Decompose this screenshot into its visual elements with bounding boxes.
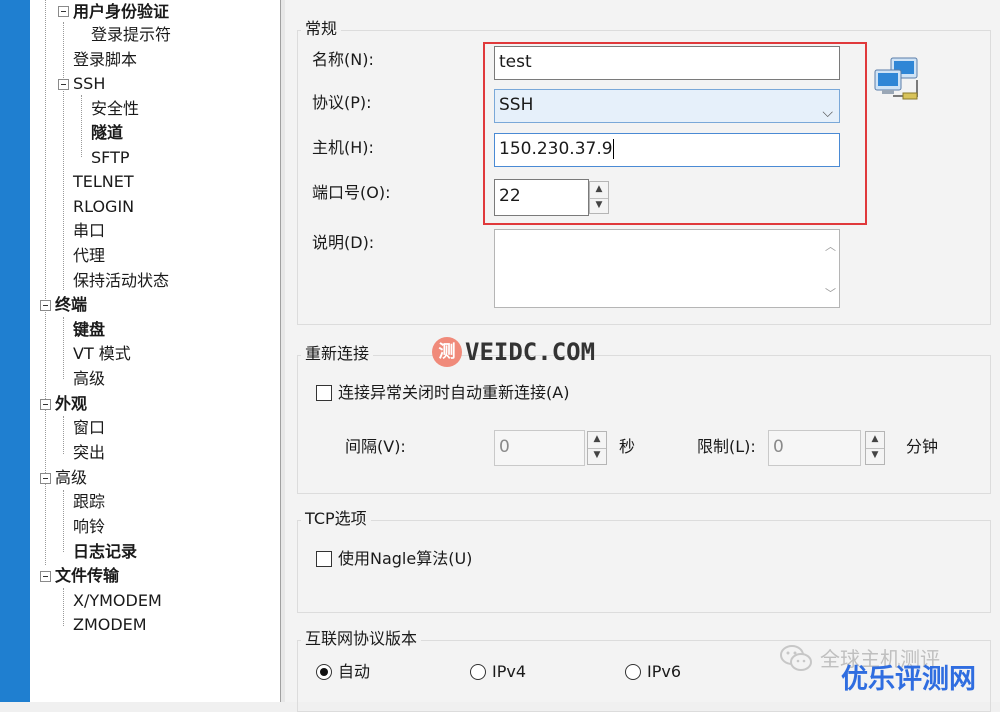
- collapse-toggle-icon[interactable]: [58, 79, 69, 90]
- settings-panel: 常规 名称(N): test 协议(P): SSH ⌵ 主机(H): 150.2…: [285, 0, 1000, 712]
- limit-unit: 分钟: [906, 437, 939, 456]
- reconnect-group: [297, 355, 991, 494]
- auto-reconnect-label: 连接异常关闭时自动重新连接(A): [338, 383, 570, 402]
- interval-stepper[interactable]: ▲ ▼: [587, 431, 607, 465]
- tree-line: [63, 317, 64, 379]
- limit-stepper[interactable]: ▲ ▼: [865, 431, 885, 465]
- scroll-down-icon[interactable]: ﹀: [825, 285, 836, 301]
- tree-item-rlogin[interactable]: RLOGIN: [73, 195, 134, 219]
- tcp-title: TCP选项: [301, 509, 371, 529]
- tree-item-security[interactable]: 安全性: [91, 97, 139, 121]
- tree-item-terminal-advanced[interactable]: 高级: [73, 367, 105, 391]
- radio-ipv6[interactable]: [625, 664, 641, 680]
- general-title: 常规: [301, 19, 342, 39]
- tree-line: [81, 95, 82, 157]
- auto-reconnect-checkbox[interactable]: [316, 385, 332, 401]
- taskbar-strip: [0, 0, 30, 702]
- host-label: 主机(H):: [312, 138, 374, 157]
- spin-down-icon[interactable]: ▼: [588, 448, 606, 464]
- interval-label: 间隔(V):: [345, 437, 406, 456]
- scroll-up-icon[interactable]: ︿: [825, 238, 836, 254]
- tree-item-login-prompt[interactable]: 登录提示符: [91, 23, 171, 47]
- protocol-label: 协议(P):: [312, 93, 372, 112]
- tree-item-tunnel[interactable]: 隧道: [91, 121, 123, 145]
- radio-auto-label: 自动: [338, 662, 371, 681]
- watermark-veidc: VEIDC.COM: [465, 338, 596, 366]
- radio-auto[interactable]: [316, 664, 332, 680]
- category-tree[interactable]: 用户身份验证 登录提示符 登录脚本 SSH 安全性 隧道 SFTP TELNET…: [30, 0, 281, 702]
- tree-item-appearance[interactable]: 外观: [55, 392, 87, 416]
- limit-label: 限制(L):: [697, 437, 756, 456]
- tree-item-zmodem[interactable]: ZMODEM: [73, 613, 147, 637]
- radio-ipv4-label: IPv4: [492, 662, 527, 681]
- tree-item-sftp[interactable]: SFTP: [91, 146, 130, 170]
- collapse-toggle-icon[interactable]: [40, 473, 51, 484]
- interval-field[interactable]: 0: [494, 430, 585, 466]
- tree-item-logging[interactable]: 日志记录: [73, 540, 137, 564]
- tree-item-serial[interactable]: 串口: [73, 219, 105, 243]
- spin-up-icon[interactable]: ▲: [866, 432, 884, 449]
- collapse-toggle-icon[interactable]: [40, 300, 51, 311]
- tree-item-login-script[interactable]: 登录脚本: [73, 48, 137, 72]
- tree-item-keepalive[interactable]: 保持活动状态: [73, 269, 169, 293]
- tree-item-window[interactable]: 窗口: [73, 416, 105, 440]
- tree-item-terminal[interactable]: 终端: [55, 293, 87, 317]
- description-textarea[interactable]: ︿ ﹀: [494, 229, 840, 308]
- tree-item-keyboard[interactable]: 键盘: [73, 318, 105, 342]
- tree-line: [63, 416, 64, 454]
- radio-ipv6-label: IPv6: [647, 662, 682, 681]
- name-label: 名称(N):: [312, 50, 374, 69]
- collapse-toggle-icon[interactable]: [40, 399, 51, 410]
- reconnect-title: 重新连接: [301, 344, 374, 364]
- spin-down-icon[interactable]: ▼: [866, 448, 884, 464]
- port-label: 端口号(O):: [312, 183, 391, 202]
- red-highlight-box: [483, 42, 867, 225]
- tree-item-vt-mode[interactable]: VT 模式: [73, 342, 131, 366]
- radio-ipv4[interactable]: [470, 664, 486, 680]
- tree-item-advanced[interactable]: 高级: [55, 466, 87, 490]
- tree-item-user-auth[interactable]: 用户身份验证: [73, 0, 169, 24]
- tree-item-xymodem[interactable]: X/YMODEM: [73, 589, 162, 613]
- scrollbar[interactable]: ︿ ﹀: [821, 230, 839, 307]
- nagle-checkbox[interactable]: [316, 551, 332, 567]
- tree-line: [63, 22, 64, 290]
- tree-item-trace[interactable]: 跟踪: [73, 490, 105, 514]
- description-label: 说明(D):: [312, 233, 375, 252]
- collapse-toggle-icon[interactable]: [40, 571, 51, 582]
- tree-item-file-transfer[interactable]: 文件传输: [55, 564, 119, 588]
- spin-up-icon[interactable]: ▲: [588, 432, 606, 449]
- watermark-badge: 测: [432, 337, 462, 367]
- tree-item-telnet[interactable]: TELNET: [73, 170, 134, 194]
- nagle-label: 使用Nagle算法(U): [338, 549, 473, 568]
- ip-version-title: 互联网协议版本: [301, 629, 422, 649]
- network-computers-icon: [873, 56, 923, 102]
- watermark-site: 优乐评测网: [841, 664, 976, 695]
- limit-field[interactable]: 0: [768, 430, 861, 466]
- tree-line: [63, 588, 64, 626]
- tree-item-bell[interactable]: 响铃: [73, 515, 105, 539]
- tree-item-ssh[interactable]: SSH: [73, 72, 105, 96]
- tree-item-proxy[interactable]: 代理: [73, 244, 105, 268]
- collapse-toggle-icon[interactable]: [58, 6, 69, 17]
- tree-line: [63, 490, 64, 552]
- interval-unit: 秒: [619, 437, 636, 456]
- tree-item-highlight[interactable]: 突出: [73, 441, 105, 465]
- wechat-icon: [779, 643, 813, 673]
